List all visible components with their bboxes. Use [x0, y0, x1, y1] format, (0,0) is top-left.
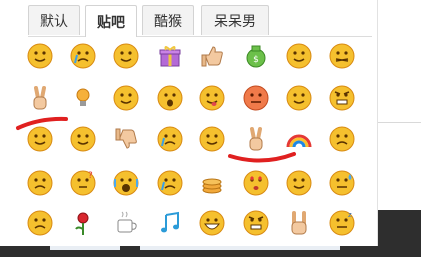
annotation-layer — [16, 116, 296, 163]
annotation-underline — [228, 152, 296, 163]
annotation-underline — [16, 116, 68, 130]
